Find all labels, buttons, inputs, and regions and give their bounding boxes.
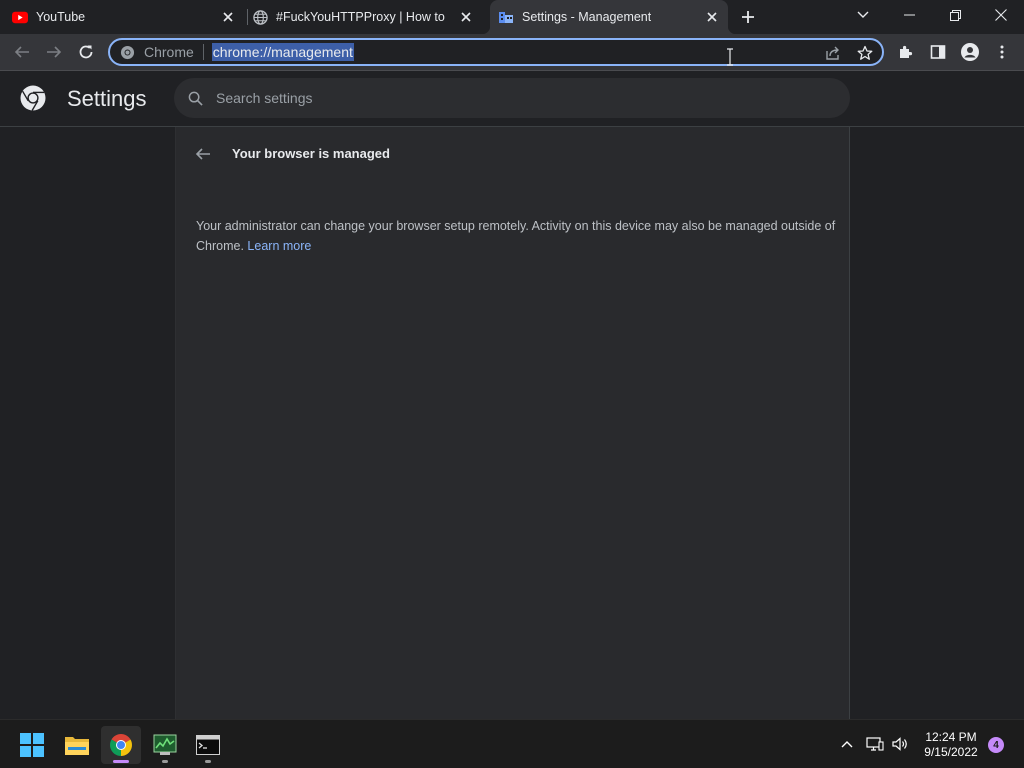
management-icon (498, 9, 514, 25)
browser-toolbar: Chrome chrome://management (0, 34, 1024, 71)
youtube-icon (12, 9, 28, 25)
running-indicator (205, 760, 211, 763)
close-icon (995, 9, 1007, 21)
tab-title: Settings - Management (522, 10, 652, 24)
windows-logo-icon (20, 733, 44, 757)
omnibox-divider (202, 44, 204, 60)
running-indicator (162, 760, 168, 763)
search-input[interactable] (216, 90, 776, 106)
extensions-button[interactable] (892, 38, 920, 66)
notification-badge[interactable]: 4 (988, 737, 1004, 753)
new-tab-button[interactable] (733, 2, 763, 32)
task-manager-button[interactable] (145, 726, 185, 764)
globe-icon (252, 9, 268, 25)
folder-icon (65, 737, 89, 755)
settings-search[interactable] (174, 78, 850, 118)
file-explorer-button[interactable] (57, 726, 97, 764)
plus-icon (742, 11, 754, 23)
clock-time: 12:24 PM (925, 730, 977, 744)
settings-header: Settings (0, 72, 1024, 127)
management-heading: Your browser is managed (232, 146, 390, 161)
arrow-right-icon (47, 46, 62, 58)
terminal-button[interactable] (188, 726, 228, 764)
tab-title: YouTube (36, 10, 86, 24)
address-bar[interactable]: Chrome chrome://management (108, 38, 884, 66)
side-panel-button[interactable] (924, 38, 952, 66)
chrome-logo-icon (20, 85, 46, 111)
menu-button[interactable] (988, 38, 1016, 66)
tab-search-button[interactable] (840, 0, 886, 30)
volume-icon[interactable] (891, 735, 909, 753)
reload-button[interactable] (72, 38, 100, 66)
forward-button[interactable] (40, 38, 68, 66)
url-text[interactable]: chrome://management (211, 43, 354, 61)
avatar-icon (961, 43, 979, 61)
tab-strip: YouTube #FuckYouHTTPProxy | How to use S… (0, 0, 1024, 34)
minimize-button[interactable] (886, 0, 932, 30)
chrome-icon (110, 734, 132, 756)
tab-httpproxy[interactable]: #FuckYouHTTPProxy | How to use (252, 0, 482, 34)
back-arrow-button[interactable] (192, 143, 214, 165)
task-manager-icon (153, 734, 177, 755)
minimize-icon (903, 14, 915, 16)
taskbar-clock[interactable]: 12:24 PM 9/15/2022 (916, 730, 986, 760)
text-cursor-icon (727, 48, 733, 66)
tab-divider (247, 9, 248, 25)
terminal-icon (196, 735, 220, 755)
restore-icon (949, 9, 961, 21)
active-indicator (113, 760, 129, 763)
tab-youtube[interactable]: YouTube (12, 0, 244, 34)
tab-title: #FuckYouHTTPProxy | How to use (276, 10, 448, 24)
close-icon[interactable] (704, 9, 720, 25)
chevron-down-icon (857, 11, 869, 18)
arrow-left-icon (14, 46, 29, 58)
side-panel-icon (930, 45, 946, 59)
chrome-taskbar-button[interactable] (101, 726, 141, 764)
security-chip[interactable]: Chrome (119, 44, 194, 60)
page-title: Settings (67, 86, 147, 111)
management-description: Your administrator can change your brows… (196, 216, 836, 256)
close-icon[interactable] (458, 9, 474, 25)
close-icon[interactable] (220, 9, 236, 25)
arrow-left-icon (195, 148, 210, 160)
profile-button[interactable] (956, 38, 984, 66)
clock-date: 9/15/2022 (924, 745, 978, 759)
back-button[interactable] (8, 38, 36, 66)
search-icon (186, 89, 204, 107)
star-icon[interactable] (856, 44, 874, 62)
network-icon[interactable] (866, 735, 884, 753)
windows-taskbar: 12:24 PM 9/15/2022 4 (0, 719, 1024, 768)
learn-more-link[interactable]: Learn more (247, 239, 311, 253)
kebab-menu-icon (1000, 45, 1004, 59)
tab-settings-management[interactable]: Settings - Management (482, 0, 736, 34)
chrome-icon (119, 44, 135, 60)
puzzle-icon (900, 45, 913, 58)
management-card: Your browser is managed Your administrat… (175, 127, 850, 719)
chevron-up-icon[interactable] (838, 735, 856, 753)
close-window-button[interactable] (978, 0, 1024, 30)
restore-button[interactable] (932, 0, 978, 30)
reload-icon (79, 45, 93, 59)
share-icon[interactable] (824, 44, 842, 62)
start-button[interactable] (12, 726, 52, 764)
chip-label: Chrome (144, 44, 194, 60)
